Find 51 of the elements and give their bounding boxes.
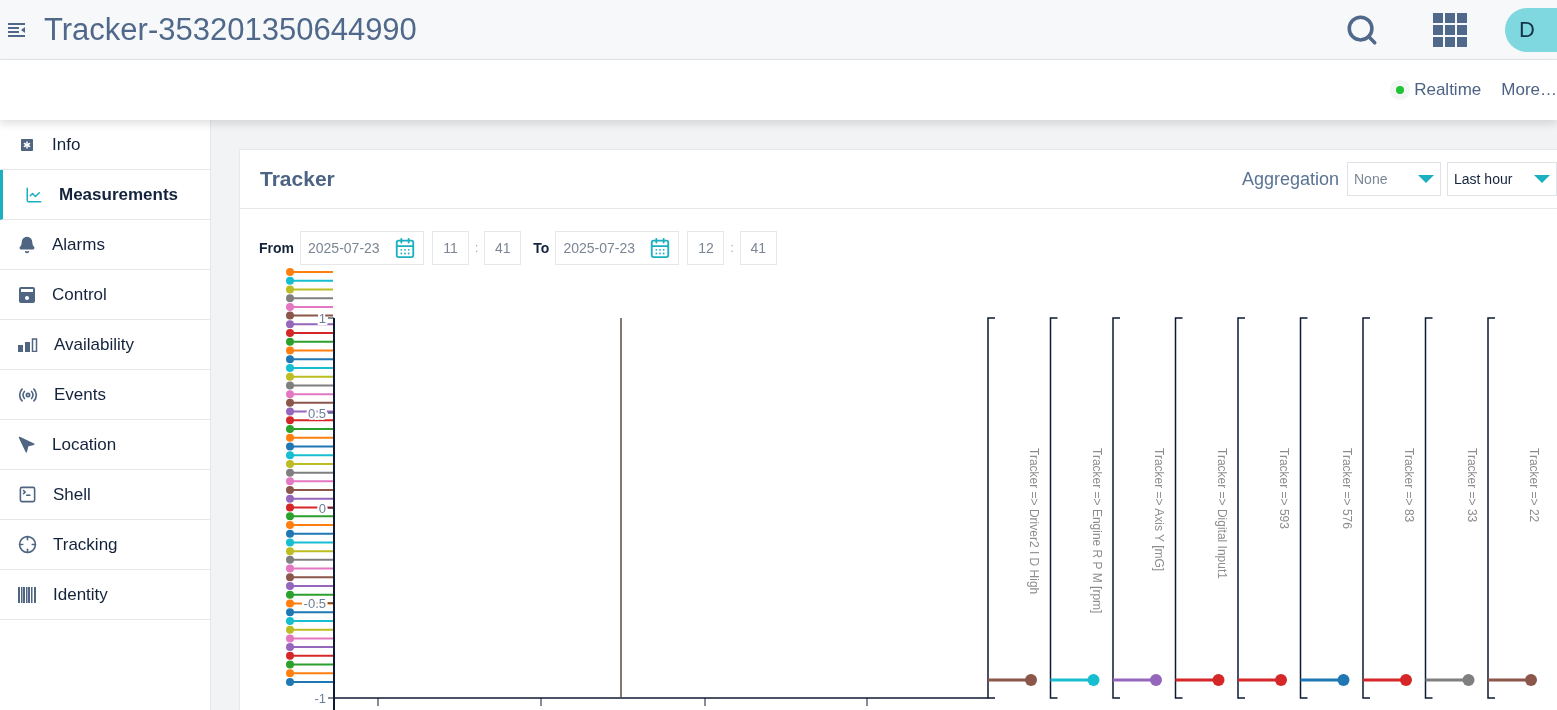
page-title: Tracker-353201350644990 <box>44 11 418 48</box>
card-title: Tracker <box>260 167 336 191</box>
axis-label: Tracker => Axis Y [mG] <box>1152 448 1166 572</box>
aggregation-select[interactable]: None <box>1347 162 1441 196</box>
sidebar-item[interactable]: Events <box>0 370 210 420</box>
interval-select[interactable]: Last hour <box>1447 162 1557 196</box>
user-avatar[interactable]: D <box>1505 7 1557 52</box>
bell-icon <box>18 235 36 254</box>
calendar-icon[interactable] <box>649 237 672 259</box>
line-chart-icon <box>25 185 43 204</box>
control-panel-icon <box>18 285 36 304</box>
axis-label: Tracker => 33 <box>1464 448 1479 523</box>
aggregation-label: Aggregation <box>1241 168 1339 190</box>
range-label: To <box>533 240 550 256</box>
sidebar-item[interactable]: Shell <box>0 470 210 520</box>
sidebar-item[interactable]: Tracking <box>0 520 210 570</box>
date-field[interactable]: 2025-07-23 <box>555 231 680 265</box>
barcode-icon <box>18 586 37 603</box>
minute-field[interactable]: 41 <box>739 231 777 265</box>
sidebar-item[interactable]: Alarms <box>0 220 210 270</box>
navigation-arrow-icon <box>18 435 36 454</box>
axis-label: Tracker => 593 <box>1277 448 1291 529</box>
crosshair-icon <box>18 535 37 554</box>
hour-field[interactable]: 12 <box>687 231 725 265</box>
more-menu[interactable]: More… <box>1501 80 1557 100</box>
sidebar-item[interactable]: Location <box>0 420 210 470</box>
axis-label: Tracker => Engine R P M [rpm] <box>1089 448 1104 614</box>
terminal-icon <box>18 485 37 504</box>
sidebar-item[interactable]: Info <box>0 120 210 170</box>
y-tick-label: -1 <box>314 691 326 706</box>
sidebar-item[interactable]: Measurements <box>0 170 210 220</box>
sidebar-item[interactable]: Control <box>0 270 210 320</box>
date-field[interactable]: 2025-07-23 <box>300 231 424 265</box>
realtime-toggle[interactable]: Realtime <box>1396 80 1482 100</box>
axis-label: Tracker => 576 <box>1339 448 1354 529</box>
time-separator: : <box>730 241 734 255</box>
time-separator: : <box>475 241 479 255</box>
search-icon[interactable] <box>1345 12 1379 47</box>
hour-field[interactable]: 11 <box>432 231 469 265</box>
sidebar-item[interactable]: Identity <box>0 570 210 620</box>
bar-chart-icon <box>18 337 38 352</box>
range-label: From <box>259 240 294 256</box>
sidebar-item[interactable]: Availability <box>0 320 210 370</box>
menu-toggle-icon[interactable] <box>8 21 26 38</box>
app-grid-icon[interactable] <box>1433 12 1467 47</box>
axis-label: Tracker => Digital Input1 <box>1214 448 1229 579</box>
axis-label: Tracker => 22 <box>1527 448 1541 523</box>
minute-field[interactable]: 41 <box>484 231 522 265</box>
calendar-icon[interactable] <box>394 237 416 259</box>
axis-label: Tracker => Driver2 I D High <box>1027 448 1041 595</box>
axis-label: Tracker => 83 <box>1402 448 1416 523</box>
